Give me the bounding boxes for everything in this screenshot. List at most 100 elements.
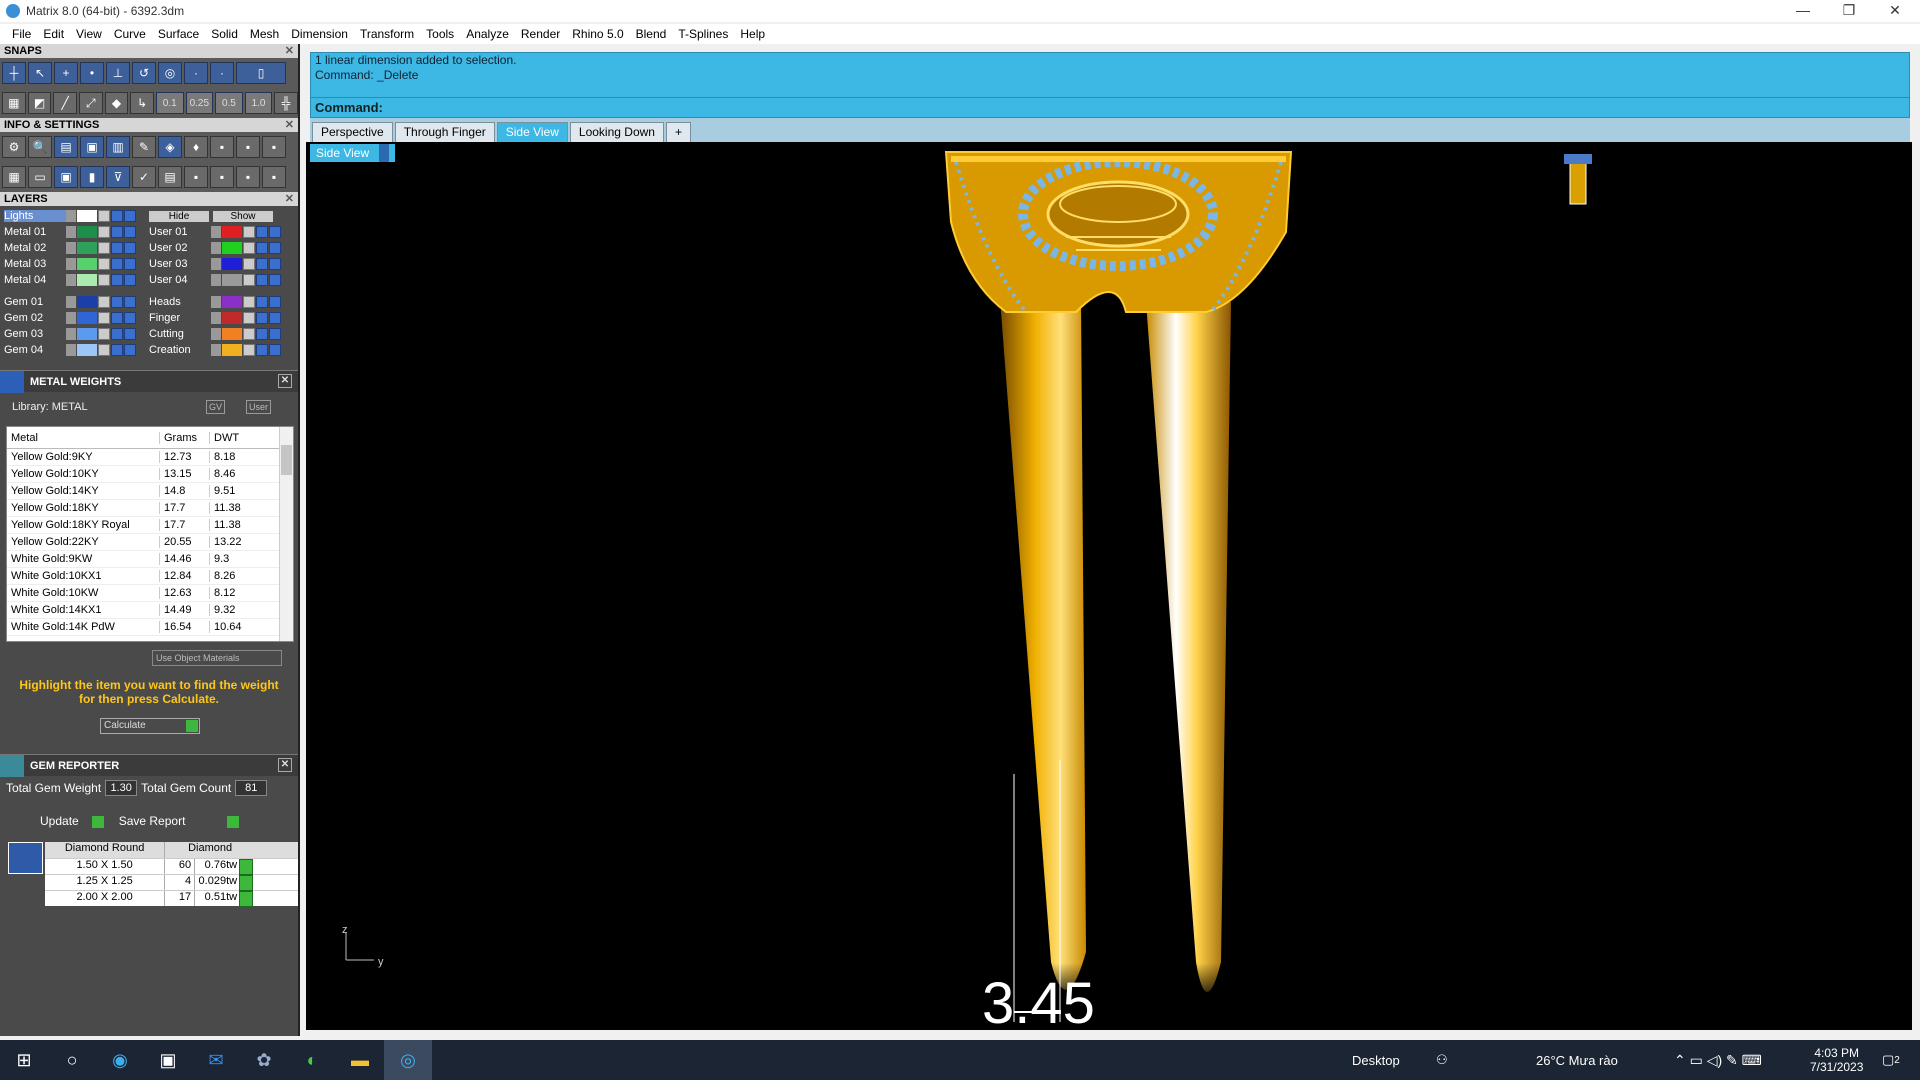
app-icon-1[interactable]: ✿ [240, 1040, 288, 1080]
layer-color-swatch[interactable] [77, 296, 97, 308]
select-icon[interactable] [269, 258, 281, 270]
layer-color[interactable] [77, 210, 97, 222]
close-icon[interactable]: ✕ [285, 192, 294, 206]
command-input[interactable]: Command: [311, 97, 1909, 117]
edge-icon[interactable]: ◉ [96, 1040, 144, 1080]
visible-icon[interactable] [111, 312, 123, 324]
desktop-label[interactable]: Desktop [1352, 1040, 1400, 1080]
menu-tsplines[interactable]: T-Splines [672, 27, 734, 41]
menu-analyze[interactable]: Analyze [460, 27, 515, 41]
lock-icon[interactable] [98, 344, 110, 356]
select-icon[interactable] [124, 312, 136, 324]
tool-e-icon[interactable]: ▪ [210, 166, 234, 188]
save-report-button[interactable]: Save Report [119, 814, 239, 828]
layer-color-swatch[interactable] [77, 258, 97, 270]
snap-value-1[interactable]: 0.1 [155, 92, 184, 114]
menu-blend[interactable]: Blend [630, 27, 673, 41]
rect-icon[interactable]: ▭ [28, 166, 52, 188]
snap-knot-icon[interactable]: · [210, 62, 234, 84]
box-icon[interactable]: ▣ [54, 166, 78, 188]
lock-icon[interactable] [98, 296, 110, 308]
layer-color-swatch[interactable] [222, 258, 242, 270]
select-icon[interactable] [269, 312, 281, 324]
search-icon[interactable]: ○ [48, 1040, 96, 1080]
metal-row[interactable]: Yellow Gold:10KY 13.15 8.46 [7, 466, 293, 483]
print-icon[interactable]: ▤ [158, 166, 182, 188]
close-button[interactable]: ✕ [1872, 0, 1918, 22]
visible-icon[interactable] [111, 274, 123, 286]
edit-icon[interactable]: ✎ [132, 136, 156, 158]
weather-widget[interactable]: 26°C Mưa rào [1536, 1040, 1618, 1080]
gem-icon[interactable]: ◈ [158, 136, 182, 158]
menu-render[interactable]: Render [515, 27, 566, 41]
visible-icon[interactable] [111, 210, 123, 222]
gem-row[interactable]: 1.50 X 1.50 60 0.76tw [45, 858, 298, 875]
metal-row[interactable]: White Gold:10KX1 12.84 8.26 [7, 568, 293, 585]
lights-label[interactable]: Lights [4, 210, 66, 222]
start-icon[interactable]: ⊞ [0, 1040, 48, 1080]
expand-icon[interactable] [66, 242, 76, 254]
layer-item[interactable]: Metal 02 [4, 242, 149, 254]
expand-icon[interactable] [66, 296, 76, 308]
viewport[interactable]: Side View z y 3.45 [306, 142, 1912, 1030]
visible-icon[interactable] [256, 296, 268, 308]
expand-icon[interactable] [211, 296, 221, 308]
expand-icon[interactable] [66, 226, 76, 238]
play-icon[interactable] [239, 875, 254, 891]
bell-icon[interactable]: ♦ [184, 136, 208, 158]
expand-icon[interactable] [66, 258, 76, 270]
update-button[interactable]: Update [40, 814, 104, 828]
select-icon[interactable] [124, 328, 136, 340]
metal-row[interactable]: Yellow Gold:18KY 17.7 11.38 [7, 500, 293, 517]
lock-icon[interactable] [98, 258, 110, 270]
select-icon[interactable] [269, 226, 281, 238]
visible-icon[interactable] [256, 328, 268, 340]
app-icon-2[interactable]: ◐ [288, 1040, 336, 1080]
visible-icon[interactable] [256, 312, 268, 324]
select-icon[interactable] [124, 296, 136, 308]
add-tab-button[interactable]: + [665, 122, 691, 142]
tool-a-icon[interactable]: ▪ [210, 136, 234, 158]
ring-thumbnail[interactable] [1564, 154, 1592, 205]
diamond-icon[interactable]: ◆ [104, 92, 129, 114]
people-icon[interactable]: ⚇ [1436, 1040, 1448, 1080]
settings-icon[interactable]: ⚙ [2, 136, 26, 158]
layer-item[interactable]: Finger [149, 312, 294, 324]
move-icon[interactable]: ↳ [130, 92, 154, 114]
layer-item[interactable]: Heads [149, 296, 294, 308]
metal-row[interactable]: Yellow Gold:22KY 20.55 13.22 [7, 534, 293, 551]
layer-item[interactable]: User 01 [149, 226, 294, 238]
tab-perspective[interactable]: Perspective [312, 122, 393, 142]
grid-icon[interactable]: ▦ [2, 92, 26, 114]
expand-icon[interactable] [66, 328, 76, 340]
lock-icon[interactable] [243, 258, 255, 270]
layer-item[interactable]: Gem 03 [4, 328, 149, 340]
matrix-taskbar-icon[interactable]: ◎ [384, 1040, 432, 1080]
visible-icon[interactable] [111, 296, 123, 308]
lock-icon[interactable] [98, 242, 110, 254]
layer-color-swatch[interactable] [222, 226, 242, 238]
menu-transform[interactable]: Transform [354, 27, 420, 41]
line-icon[interactable]: ╱ [53, 92, 77, 114]
expand-icon[interactable] [211, 274, 221, 286]
select-icon[interactable] [124, 210, 136, 222]
layer-color-swatch[interactable] [222, 296, 242, 308]
filter-icon[interactable]: ⊽ [106, 166, 130, 188]
close-icon[interactable]: ✕ [278, 758, 292, 772]
metal-scrollbar[interactable] [279, 427, 293, 641]
maximize-button[interactable]: ❐ [1826, 0, 1872, 22]
visible-icon[interactable] [256, 226, 268, 238]
snap-mid-icon[interactable]: • [80, 62, 104, 84]
tray-icons[interactable]: ⌃ ▭ ◁) ✎ ⌨ [1674, 1040, 1762, 1080]
select-icon[interactable] [124, 242, 136, 254]
minimize-button[interactable]: — [1780, 0, 1826, 22]
play-icon[interactable] [239, 891, 254, 907]
tab-looking-down[interactable]: Looking Down [569, 122, 664, 142]
metal-row[interactable]: White Gold:14K PdW 16.54 10.64 [7, 619, 293, 636]
mail-icon[interactable]: ✉ [192, 1040, 240, 1080]
gem-row[interactable]: 1.25 X 1.25 4 0.029tw [45, 874, 298, 891]
select-icon[interactable] [269, 328, 281, 340]
zoom-icon[interactable]: 🔍 [28, 136, 52, 158]
layer-item[interactable]: Metal 04 [4, 274, 149, 286]
menu-rhino[interactable]: Rhino 5.0 [566, 27, 629, 41]
